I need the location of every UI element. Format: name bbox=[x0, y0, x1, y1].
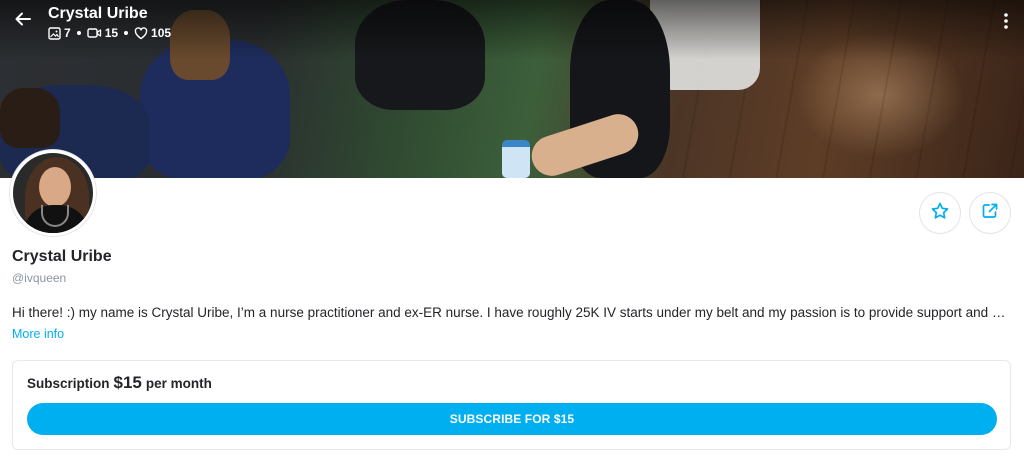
share-icon bbox=[980, 201, 1000, 226]
more-info-link[interactable]: More info bbox=[12, 327, 64, 341]
profile-name: Crystal Uribe bbox=[12, 248, 112, 265]
videos-count: 15 bbox=[104, 26, 119, 40]
star-icon bbox=[930, 201, 950, 226]
heart-icon bbox=[134, 26, 148, 40]
image-icon bbox=[48, 26, 61, 40]
subscription-card: Subscription $15 per month SUBSCRIBE FOR… bbox=[12, 360, 1011, 450]
header-stats: 7 15 105 bbox=[48, 26, 171, 40]
subscribe-button[interactable]: SUBSCRIBE FOR $15 bbox=[27, 403, 997, 435]
more-vertical-icon bbox=[1003, 12, 1009, 35]
arrow-left-icon bbox=[13, 9, 33, 34]
header-title: Crystal Uribe bbox=[48, 5, 148, 22]
separator-dot bbox=[124, 31, 129, 35]
videos-stat: 15 bbox=[86, 26, 119, 40]
separator-dot bbox=[76, 31, 81, 35]
subscription-label: Subscription bbox=[27, 376, 110, 391]
likes-count: 105 bbox=[151, 26, 172, 40]
likes-stat: 105 bbox=[134, 26, 171, 40]
cover-cup bbox=[502, 140, 530, 178]
back-button[interactable] bbox=[10, 8, 36, 34]
favorite-button[interactable] bbox=[919, 192, 961, 234]
avatar-face bbox=[39, 167, 71, 207]
cover-person-left-head bbox=[0, 88, 60, 148]
subscription-line: Subscription $15 per month bbox=[27, 373, 212, 393]
profile-handle: @ivqueen bbox=[12, 271, 67, 285]
photos-count: 7 bbox=[64, 26, 71, 40]
profile-bio: Hi there! :) my name is Crystal Uribe, I… bbox=[12, 305, 1012, 320]
subscription-price: $15 bbox=[113, 373, 142, 392]
photos-stat: 7 bbox=[48, 26, 71, 40]
more-options-button[interactable] bbox=[996, 10, 1016, 36]
video-icon bbox=[86, 27, 102, 39]
subscription-period: per month bbox=[145, 376, 212, 391]
share-button[interactable] bbox=[969, 192, 1011, 234]
avatar[interactable] bbox=[10, 150, 96, 236]
